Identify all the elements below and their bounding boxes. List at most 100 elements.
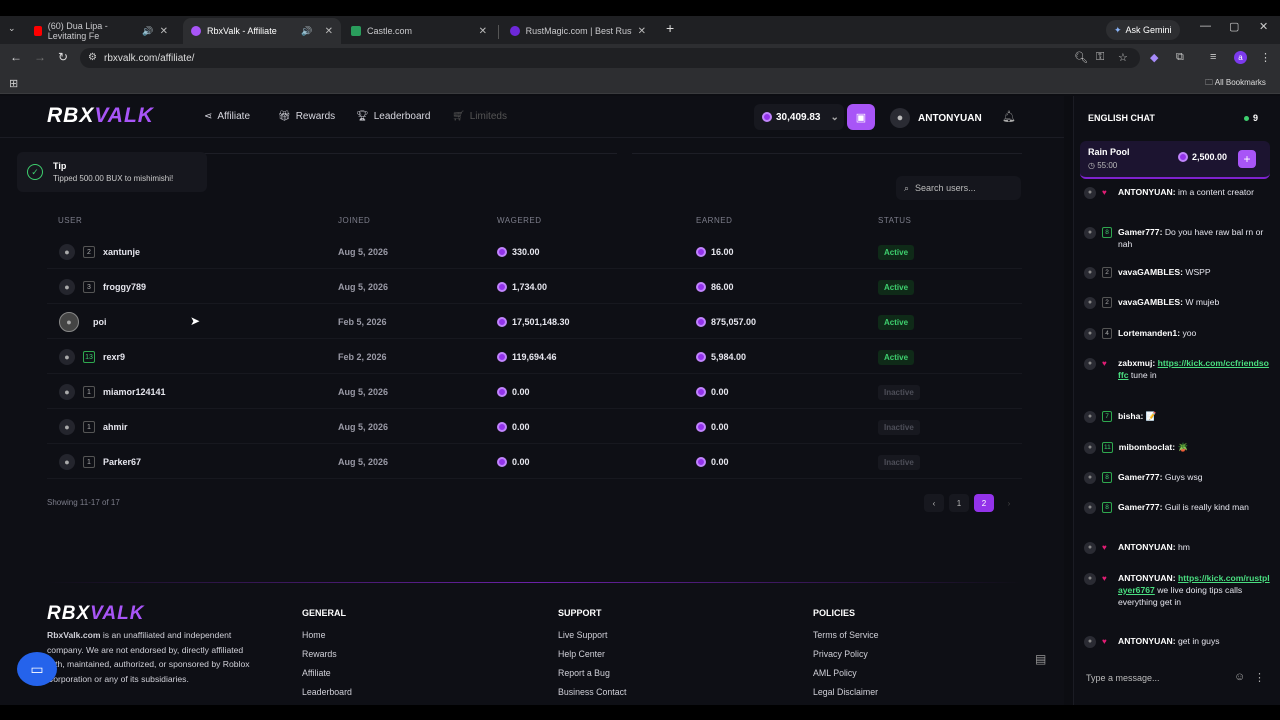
profile-avatar[interactable]: a [1234,51,1247,64]
extensions-puzzle-icon[interactable]: ⧉ [1176,51,1184,64]
message-text: W mujeb [1182,297,1220,307]
username: Parker67 [103,457,142,467]
more-options-icon[interactable]: ⋮ [1254,671,1265,684]
user-cell: ● 1 miamor124141 [59,375,166,409]
footer-link-rewards[interactable]: Rewards [302,649,337,659]
toast-title: Tip [53,161,67,171]
live-support-bubble[interactable]: ▭ [17,652,57,686]
chat-message: ● ♥ ANTONYUAN: im a content creator [1084,186,1270,199]
message-body: ANTONYUAN: hm [1118,541,1190,554]
zoom-icon[interactable]: 🔍︎ [1074,51,1088,64]
chat-username[interactable]: ANTONYUAN: [1118,636,1176,646]
page-2-button[interactable]: 2 [974,494,994,512]
message-text: 📝 [1143,411,1157,421]
bell-icon[interactable]: 🔔︎ [1002,110,1016,123]
coin-icon [497,247,507,257]
gift-icon: 🎁︎ [278,111,291,122]
browser-tab-rustmagic[interactable]: RustMagic.com | Best Rust Case ✕ [502,18,654,44]
user-avatar: ● [59,349,75,365]
footer-link-legal-disclaimer[interactable]: Legal Disclaimer [813,687,878,697]
message-text: hm [1175,542,1190,552]
rain-add-button[interactable]: + [1238,150,1256,168]
wagered-amount: 0.00 [497,445,530,479]
chat-username[interactable]: zabxmuj: [1118,358,1155,368]
bookmark-star-icon[interactable]: ☆ [1118,51,1128,64]
minimize-icon[interactable]: — [1200,20,1211,32]
extension-icon[interactable]: ◆ [1150,51,1158,64]
reload-icon[interactable]: ↻ [58,50,68,64]
back-icon[interactable]: ← [10,50,22,64]
all-bookmarks-button[interactable]: 🗀 All Bookmarks [1205,77,1266,91]
balance-display[interactable]: 30,409.83 ⌄ [754,104,844,130]
table-row: ● 1 ahmir Aug 5, 2026 0.00 0.00 Inactive [47,410,1022,444]
close-tab-icon[interactable]: ✕ [479,26,487,37]
user-menu[interactable]: ● ANTONYUAN [890,108,982,128]
chat-message-input[interactable]: Type a message... ☺ ⋮ [1080,665,1270,691]
tab-search-icon[interactable]: ⌄ [8,23,16,34]
message-text: tune in [1128,370,1157,380]
wallet-button[interactable]: ▣ [847,104,875,130]
level-badge: 7 [1102,411,1112,422]
maximize-icon[interactable]: ▢ [1229,20,1239,33]
new-tab-icon[interactable]: + [666,20,674,36]
browser-menu-icon[interactable]: ⋮ [1260,51,1271,64]
browser-tab-rbxvalk[interactable]: RbxValk - Affiliate 🔊 ✕ [183,18,341,44]
footer-link-terms[interactable]: Terms of Service [813,630,879,640]
message-body: Gamer777: Guys wsg [1118,471,1203,484]
footer-link-live-support[interactable]: Live Support [558,630,607,640]
footer-link-help-center[interactable]: Help Center [558,649,605,659]
nav-leaderboard[interactable]: 🏆︎ Leaderboard [356,111,430,122]
media-icon[interactable]: ≡ [1210,51,1216,63]
footer-link-home[interactable]: Home [302,630,325,640]
nav-limiteds[interactable]: 🛒︎ Limiteds [452,111,507,122]
chat-username[interactable]: ANTONYUAN: [1118,542,1176,552]
chat-username[interactable]: vavaGAMBLES: [1118,267,1183,277]
nav-affiliate[interactable]: ⋖ Affiliate [204,111,250,122]
site-logo[interactable]: RBXVALK [47,104,154,128]
chat-username[interactable]: Gamer777: [1118,502,1162,512]
chat-username[interactable]: mibomboclat: [1119,442,1175,452]
prev-page-button[interactable]: ‹ [924,494,944,512]
page-1-button[interactable]: 1 [949,494,969,512]
emoji-icon[interactable]: ☺ [1234,671,1245,683]
nav-rewards[interactable]: 🎁︎ Rewards [278,111,335,122]
footer-link-affiliate[interactable]: Affiliate [302,668,331,678]
ask-gemini-button[interactable]: ✦ Ask Gemini [1106,20,1180,40]
chat-username[interactable]: Lortemanden1: [1118,328,1180,338]
message-body: vavaGAMBLES: WSPP [1118,266,1211,279]
close-tab-icon[interactable]: ✕ [160,26,168,37]
chat-username[interactable]: vavaGAMBLES: [1118,297,1183,307]
window-close-icon[interactable]: ✕ [1259,20,1268,33]
toggle-chat-icon[interactable]: ▤ [1035,652,1046,666]
earned-amount: 875,057.00 [696,305,756,339]
browser-tab-castle[interactable]: Castle.com ✕ [343,18,495,44]
password-key-icon[interactable]: ⚿ [1096,51,1104,64]
chat-username[interactable]: bisha: [1118,411,1143,421]
footer-link-aml[interactable]: AML Policy [813,668,857,678]
footer-link-business-contact[interactable]: Business Contact [558,687,626,697]
close-tab-icon[interactable]: ✕ [638,26,646,37]
search-users-input[interactable]: ⌕ Search users... [896,176,1021,200]
chat-username[interactable]: Gamer777: [1118,472,1162,482]
next-page-button[interactable]: › [999,494,1019,512]
site-info-icon[interactable]: ⚙ [88,52,97,63]
url-field[interactable]: rbxvalk.com/affiliate/ [80,48,1140,68]
chat-username[interactable]: ANTONYUAN: [1118,573,1176,583]
youtube-icon [34,26,42,36]
browser-tab-youtube[interactable]: (60) Dua Lipa - Levitating Fe 🔊 ✕ [26,18,176,44]
footer-link-privacy[interactable]: Privacy Policy [813,649,868,659]
coin-icon [1178,152,1188,162]
coin-icon [696,457,706,467]
chat-username[interactable]: Gamer777: [1118,227,1162,237]
footer-link-leaderboard[interactable]: Leaderboard [302,687,352,697]
forward-icon[interactable]: → [34,50,46,64]
footer-link-report-bug[interactable]: Report a Bug [558,668,610,678]
close-tab-icon[interactable]: ✕ [325,26,333,37]
speaker-icon: 🔊 [301,25,313,36]
footer-policies-heading: POLICIES [813,608,856,618]
chat-username[interactable]: ANTONYUAN: [1118,187,1176,197]
apps-grid-icon[interactable]: ⊞ [9,77,18,90]
chat-avatar: ● [1084,187,1096,199]
chat-message: ● 4 Lortemanden1: yoo [1084,327,1270,340]
stats-card-remnant [47,132,617,154]
